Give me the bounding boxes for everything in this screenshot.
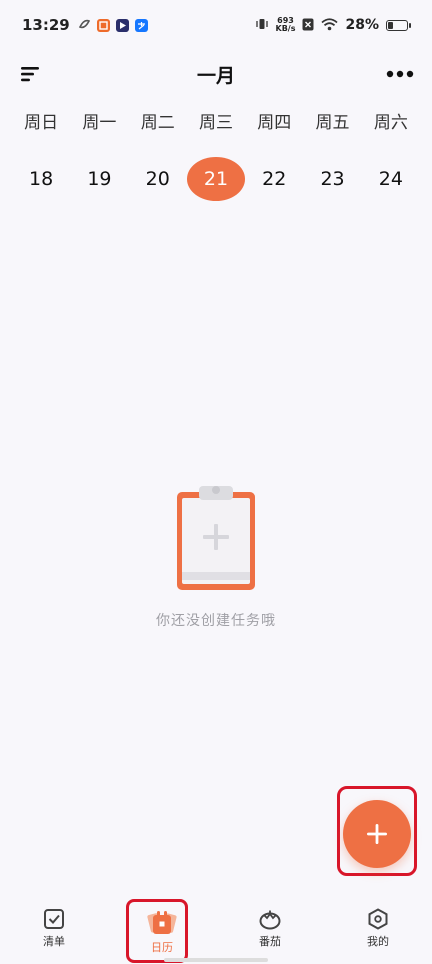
tomato-icon [259, 910, 281, 930]
weekday-label: 周四 [257, 113, 292, 133]
date-cell[interactable]: 23 [303, 156, 361, 202]
add-task-button[interactable] [343, 800, 411, 868]
empty-message: 你还没创建任务哦 [156, 613, 276, 629]
app-notification-icon [78, 16, 91, 35]
battery-icon [386, 19, 411, 31]
date-cell[interactable]: 22 [245, 156, 303, 202]
nav-item-list[interactable]: 清单 [0, 896, 108, 964]
date-number: 20 [145, 168, 170, 190]
status-time: 13:29 [22, 16, 70, 34]
date-number: 23 [320, 168, 345, 190]
vibrate-icon [255, 16, 269, 35]
weekday-label: 周二 [140, 113, 175, 133]
net-speed-unit: KB/s [275, 24, 296, 33]
date-number: 21 [186, 157, 246, 201]
nav-label: 番茄 [259, 935, 281, 948]
date-number: 22 [262, 168, 287, 190]
plus-icon [367, 824, 387, 844]
battery-percent: 28% [345, 17, 379, 33]
home-indicator[interactable] [164, 958, 268, 962]
weekday-label: 周三 [198, 113, 233, 133]
weekday-label: 周五 [315, 113, 350, 133]
shopping-app-icon [96, 18, 110, 32]
bottom-navigation: 清单 日历 番茄 我的 [0, 896, 432, 964]
nav-item-pomodoro[interactable]: 番茄 [216, 896, 324, 964]
clipboard-add-icon [177, 486, 255, 590]
profile-hexagon-icon [368, 908, 388, 930]
nav-label: 我的 [367, 935, 389, 948]
sort-menu-button[interactable] [12, 56, 48, 92]
weekday-labels: 周日 周一 周二 周三 周四 周五 周六 [12, 108, 420, 133]
date-number: 24 [378, 168, 403, 190]
date-number: 18 [29, 168, 54, 190]
battery-fill [388, 21, 393, 29]
date-cell[interactable]: 19 [70, 156, 128, 202]
more-options-button[interactable] [382, 56, 418, 92]
date-number: 19 [87, 168, 112, 190]
highlight-box-calendar [126, 899, 188, 963]
status-bar: 13:29 693 KB/s 28% [0, 0, 432, 50]
alipay-icon [134, 18, 148, 32]
week-dates: 18 19 20 21 22 23 24 [12, 156, 420, 202]
weekday-label: 周一 [82, 113, 117, 133]
month-title[interactable]: 一月 [197, 61, 235, 88]
sort-menu-icon [21, 67, 39, 82]
net-speed: 693 KB/s [276, 17, 296, 33]
date-cell[interactable]: 18 [12, 156, 70, 202]
nav-item-profile[interactable]: 我的 [324, 896, 432, 964]
date-cell[interactable]: 20 [129, 156, 187, 202]
more-dots-icon [386, 70, 414, 78]
wifi-icon [321, 16, 339, 35]
date-cell-selected[interactable]: 21 [186, 156, 246, 202]
checkbox-icon [44, 909, 64, 929]
sim-off-icon [302, 16, 314, 35]
nav-label: 清单 [43, 935, 65, 948]
weekday-label: 周六 [373, 113, 408, 133]
weekday-label: 周日 [24, 113, 59, 133]
empty-state: 你还没创建任务哦 [0, 484, 432, 630]
date-cell[interactable]: 24 [362, 156, 420, 202]
play-app-icon [115, 18, 129, 32]
header: 一月 [0, 52, 432, 96]
